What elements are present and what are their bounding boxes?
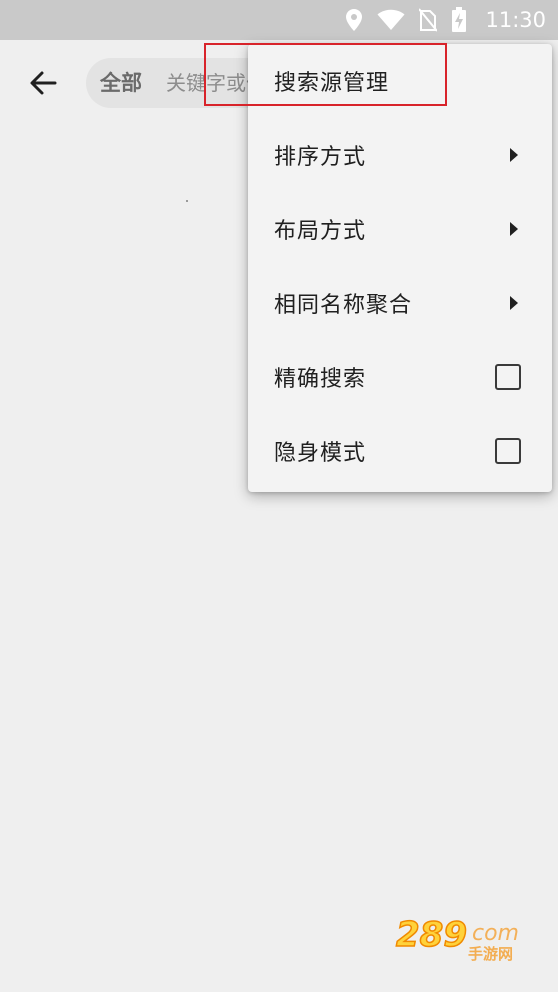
menu-item-label: 隐身模式: [274, 441, 367, 466]
status-icons: 11:30: [345, 0, 546, 40]
submenu-arrow-icon: [510, 148, 518, 162]
status-bar: 11:30: [0, 0, 558, 40]
search-scope-label[interactable]: 全部: [100, 58, 142, 108]
menu-item-label: 精确搜索: [274, 367, 367, 392]
incognito-mode-checkbox[interactable]: [495, 438, 521, 464]
arrow-left-icon: [30, 71, 57, 95]
overflow-menu: 搜索源管理 排序方式 布局方式 相同名称聚合 精确搜索 隐身模式: [248, 44, 552, 492]
watermark-text: 手游网: [468, 945, 513, 962]
watermark-logo: 289 com 手游网: [392, 912, 542, 963]
menu-item-label: 布局方式: [274, 219, 367, 244]
menu-item-label: 排序方式: [274, 145, 367, 170]
submenu-arrow-icon: [510, 222, 518, 236]
menu-item-layout[interactable]: 布局方式: [248, 192, 552, 266]
menu-item-incognito-mode[interactable]: 隐身模式: [248, 414, 552, 488]
menu-item-label: 搜索源管理: [274, 71, 390, 96]
battery-charging-icon: [452, 7, 467, 32]
exact-search-checkbox[interactable]: [495, 364, 521, 390]
menu-item-exact-search[interactable]: 精确搜索: [248, 340, 552, 414]
status-time: 11:30: [485, 8, 546, 32]
menu-item-sort-order[interactable]: 排序方式: [248, 118, 552, 192]
location-icon: [346, 9, 363, 31]
svg-text:com: com: [472, 921, 519, 946]
stray-dot: [186, 200, 188, 202]
back-button[interactable]: [20, 60, 66, 106]
submenu-arrow-icon: [510, 296, 518, 310]
menu-item-label: 相同名称聚合: [274, 293, 413, 318]
svg-text:289: 289: [396, 915, 467, 955]
no-sim-icon: [419, 8, 438, 32]
wifi-icon: [377, 9, 405, 31]
menu-item-merge-same-name[interactable]: 相同名称聚合: [248, 266, 552, 340]
menu-item-source-management[interactable]: 搜索源管理: [248, 44, 552, 118]
